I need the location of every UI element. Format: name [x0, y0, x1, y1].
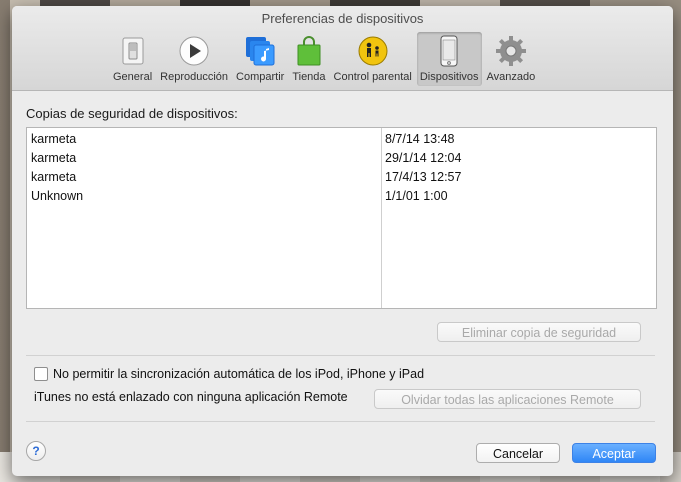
sync-checkbox[interactable]	[34, 367, 48, 381]
sync-checkbox-row[interactable]: No permitir la sincronización automática…	[34, 367, 424, 381]
table-row[interactable]: karmeta 29/1/14 12:04	[27, 149, 656, 168]
separator	[26, 355, 655, 356]
tab-store-label: Tienda	[292, 71, 326, 83]
tab-advanced-label: Avanzado	[486, 71, 536, 83]
tab-general[interactable]: General	[110, 32, 155, 86]
tab-playback-label: Reproducción	[160, 71, 229, 83]
preferences-dialog: Preferencias de dispositivos General Rep…	[12, 6, 673, 476]
phone-icon	[433, 35, 465, 67]
parental-icon	[357, 35, 389, 67]
shopping-bag-icon	[293, 35, 325, 67]
backup-device-name: karmeta	[31, 151, 77, 165]
help-button[interactable]: ?	[26, 441, 46, 461]
titlebar: Preferencias de dispositivos General Rep…	[12, 6, 673, 91]
backups-label: Copias de seguridad de dispositivos:	[26, 106, 238, 121]
sync-checkbox-label: No permitir la sincronización automática…	[53, 367, 425, 381]
backup-date: 29/1/14 12:04	[385, 151, 462, 165]
tab-devices[interactable]: Dispositivos	[416, 32, 482, 86]
backup-device-name: karmeta	[31, 170, 77, 184]
tab-general-label: General	[113, 71, 153, 83]
devices-pane: Copias de seguridad de dispositivos: kar…	[12, 91, 673, 476]
backup-date: 1/1/01 1:00	[385, 189, 448, 203]
cancel-button[interactable]: Cancelar	[476, 443, 560, 463]
separator	[26, 421, 655, 422]
table-row[interactable]: karmeta 8/7/14 13:48	[27, 130, 656, 149]
backup-date: 17/4/13 12:57	[385, 170, 462, 184]
tab-parental[interactable]: Control parental	[331, 32, 415, 86]
backups-table[interactable]: karmeta 8/7/14 13:48 karmeta 29/1/14 12:…	[26, 127, 657, 309]
accept-button[interactable]: Aceptar	[572, 443, 656, 463]
tab-devices-label: Dispositivos	[419, 71, 479, 83]
delete-backup-button[interactable]: Eliminar copia de seguridad	[437, 322, 641, 342]
preferences-toolbar: General Reproducción Compartir Tienda Co…	[110, 30, 540, 86]
table-row[interactable]: karmeta 17/4/13 12:57	[27, 168, 656, 187]
forget-remotes-button[interactable]: Olvidar todas las aplicaciones Remote	[374, 389, 641, 409]
tab-parental-label: Control parental	[333, 71, 412, 83]
tab-playback[interactable]: Reproducción	[157, 32, 231, 86]
window-title: Preferencias de dispositivos	[261, 11, 424, 26]
backup-device-name: Unknown	[31, 189, 84, 203]
remote-status-text: iTunes no está enlazado con ninguna apli…	[34, 390, 348, 404]
play-icon	[178, 35, 210, 67]
backup-date: 8/7/14 13:48	[385, 132, 455, 146]
gear-icon	[495, 35, 527, 67]
tab-sharing-label: Compartir	[236, 71, 285, 83]
switch-icon	[117, 35, 149, 67]
backup-device-name: karmeta	[31, 132, 77, 146]
tab-sharing[interactable]: Compartir	[233, 32, 287, 86]
tab-store[interactable]: Tienda	[289, 32, 328, 86]
table-row[interactable]: Unknown 1/1/01 1:00	[27, 187, 656, 206]
tab-advanced[interactable]: Avanzado	[484, 32, 539, 86]
music-share-icon	[244, 35, 276, 67]
